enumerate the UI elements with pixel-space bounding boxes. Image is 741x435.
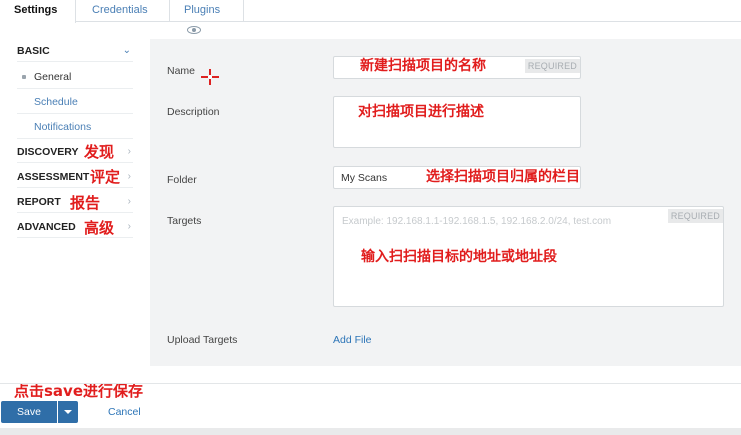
chevron-down-icon: ⌄ xyxy=(122,45,131,56)
sidebar-item-label: Schedule xyxy=(34,96,78,108)
sidebar-section-assessment-label: ASSESSMENT xyxy=(17,171,90,183)
targets-label: Targets xyxy=(167,215,202,227)
chevron-right-icon: › xyxy=(127,146,131,157)
tab-credentials[interactable]: Credentials xyxy=(78,0,170,22)
sidebar-item-general[interactable]: General xyxy=(17,65,133,89)
annotation-assessment: 评定 xyxy=(90,168,121,186)
required-badge: REQUIRED xyxy=(667,209,723,223)
sidebar-section-discovery-label: DISCOVERY xyxy=(17,146,79,158)
bottom-bar xyxy=(0,428,741,435)
add-file-link[interactable]: Add File xyxy=(333,334,372,346)
upload-targets-label: Upload Targets xyxy=(167,334,238,346)
sidebar-section-report-label: REPORT xyxy=(17,196,61,208)
annotation-discovery: 发现 xyxy=(84,143,115,161)
folder-select-value: My Scans xyxy=(341,172,388,184)
sidebar-item-notifications[interactable]: Notifications xyxy=(17,115,133,139)
tab-plugins[interactable]: Plugins xyxy=(170,0,244,35)
tab-settings[interactable]: Settings xyxy=(0,0,76,23)
sidebar-section-discovery[interactable]: DISCOVERY › xyxy=(17,141,133,163)
description-label: Description xyxy=(167,106,220,118)
targets-placeholder: Example: 192.168.1.1-192.168.1.5, 192.16… xyxy=(342,216,612,227)
sidebar-section-basic-label: BASIC xyxy=(17,45,50,57)
annotation-name: 新建扫描项目的名称 xyxy=(360,58,486,74)
eye-icon xyxy=(187,26,201,35)
sidebar-section-advanced-label: ADVANCED xyxy=(17,221,76,233)
chevron-right-icon: › xyxy=(127,221,131,232)
annotation-targets: 输入扫扫描目标的地址或地址段 xyxy=(361,249,557,265)
annotation-description: 对扫描项目进行描述 xyxy=(358,104,484,120)
name-label: Name xyxy=(167,65,196,77)
sidebar-item-schedule[interactable]: Schedule xyxy=(17,90,133,114)
sidebar-item-label: General xyxy=(34,71,72,83)
chevron-right-icon: › xyxy=(127,196,131,207)
footer-divider xyxy=(0,383,741,384)
tab-bar: Settings Credentials Plugins xyxy=(0,0,741,35)
settings-form-panel xyxy=(150,39,741,366)
sidebar-item-label: Notifications xyxy=(34,121,92,133)
bullet-icon xyxy=(22,75,26,79)
sidebar-section-basic[interactable]: BASIC ⌄ xyxy=(17,40,133,62)
cancel-link[interactable]: Cancel xyxy=(108,406,141,418)
annotation-advanced: 高级 xyxy=(84,219,115,237)
tab-plugins-label: Plugins xyxy=(184,4,221,16)
sidebar-section-advanced[interactable]: ADVANCED › xyxy=(17,216,133,238)
chevron-right-icon: › xyxy=(127,171,131,182)
annotation-report: 报告 xyxy=(70,194,101,212)
folder-label: Folder xyxy=(167,174,197,186)
required-badge: REQUIRED xyxy=(524,59,580,73)
save-options-dropdown-button[interactable] xyxy=(58,401,78,423)
save-button[interactable]: Save xyxy=(1,401,57,423)
crosshair-cursor-icon xyxy=(201,69,219,85)
annotation-folder: 选择扫描项目归属的栏目 xyxy=(426,169,580,185)
